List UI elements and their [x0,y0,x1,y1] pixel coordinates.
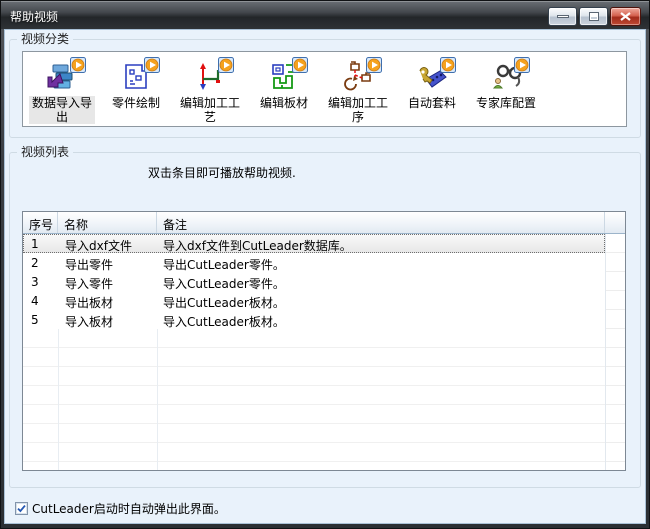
play-badge-icon [144,57,160,73]
toolbar-button-auto-nesting[interactable]: 自动套料 [395,56,469,126]
dialog-client-area: 视频分类 [4,29,646,524]
toolbar-button-edit-operation[interactable]: 编辑加工工序 [321,56,395,126]
video-categories-group: 视频分类 [9,39,641,138]
video-list-group: 视频列表 双击条目即可播放帮助视频. 序号 名称 备注 1 导入dxf文件 导入… [9,152,641,488]
play-badge-icon [218,57,234,73]
cell-no: 1 [23,234,58,253]
toolbar-button-label: 编辑加工工序 [325,96,391,124]
cell-remark: 导入CutLeader板材。 [157,310,605,329]
play-badge-icon [70,57,86,73]
cell-name: 导出零件 [58,253,157,272]
play-badge-icon [292,57,308,73]
play-badge-icon [440,57,456,73]
cell-name: 导入零件 [58,272,157,291]
restore-icon [589,12,599,21]
toolbar-button-label: 零件绘制 [112,96,160,110]
toolbar-button-label: 自动套料 [408,96,456,110]
play-badge-icon [514,57,530,73]
column-gridline [58,329,59,470]
table-trailing-strip [605,234,625,470]
minimize-button[interactable] [548,7,577,26]
cell-remark: 导入dxf文件到CutLeader数据库。 [157,234,605,253]
video-list-group-label: 视频列表 [17,145,73,160]
toolbar-button-part-drawing[interactable]: 零件绘制 [99,56,173,126]
toolbar-button-expert-config[interactable]: 专家库配置 [469,56,543,126]
help-video-dialog: 帮助视频 视频分类 [0,0,650,529]
column-gridline [157,329,158,470]
autoshow-checkbox-row[interactable]: CutLeader启动时自动弹出此界面。 [15,500,226,517]
table-row[interactable]: 2 导出零件 导出CutLeader零件。 [23,253,605,272]
play-badge-icon [366,57,382,73]
column-header-name[interactable]: 名称 [58,212,157,233]
cell-remark: 导入CutLeader零件。 [157,272,605,291]
column-header-filler [605,212,625,233]
titlebar[interactable]: 帮助视频 [1,1,649,29]
table-row[interactable]: 5 导入板材 导入CutLeader板材。 [23,310,605,329]
close-icon [620,12,631,21]
table-row[interactable]: 1 导入dxf文件 导入dxf文件到CutLeader数据库。 [23,234,605,253]
video-list-table: 序号 名称 备注 1 导入dxf文件 导入dxf文件到CutLeader数据库。… [22,211,626,471]
checkbox-checked-icon[interactable] [15,502,28,515]
toolbar-button-data-import-export[interactable]: 数据导入导出 [25,56,99,126]
category-toolbar: 数据导入导出 [22,51,627,127]
cell-remark: 导出CutLeader板材。 [157,291,605,310]
window-title: 帮助视频 [10,8,58,25]
table-header-row: 序号 名称 备注 [23,212,625,234]
autoshow-checkbox-label: CutLeader启动时自动弹出此界面。 [32,500,226,517]
window-controls [548,7,641,26]
toolbar-button-edit-sheet[interactable]: 编辑板材 [247,56,321,126]
column-header-no[interactable]: 序号 [23,212,58,233]
cell-no: 5 [23,310,58,329]
toolbar-button-label: 编辑加工工艺 [177,96,243,124]
toolbar-button-label: 编辑板材 [260,96,308,110]
restore-button[interactable] [579,7,608,26]
table-row[interactable]: 4 导出板材 导出CutLeader板材。 [23,291,605,310]
table-empty-area [23,329,605,470]
cell-name: 导出板材 [58,291,157,310]
minimize-icon [557,15,569,18]
cell-name: 导入板材 [58,310,157,329]
cell-no: 2 [23,253,58,272]
cell-remark: 导出CutLeader零件。 [157,253,605,272]
toolbar-button-edit-process[interactable]: 编辑加工工艺 [173,56,247,126]
table-row[interactable]: 3 导入零件 导入CutLeader零件。 [23,272,605,291]
toolbar-button-label: 专家库配置 [476,96,536,110]
cell-no: 3 [23,272,58,291]
close-button[interactable] [610,7,641,26]
double-click-hint: 双击条目即可播放帮助视频. [148,164,296,181]
cell-name: 导入dxf文件 [58,234,157,253]
cell-no: 4 [23,291,58,310]
toolbar-button-label: 数据导入导出 [29,96,95,124]
video-categories-group-label: 视频分类 [17,32,73,47]
column-header-remark[interactable]: 备注 [157,212,605,233]
